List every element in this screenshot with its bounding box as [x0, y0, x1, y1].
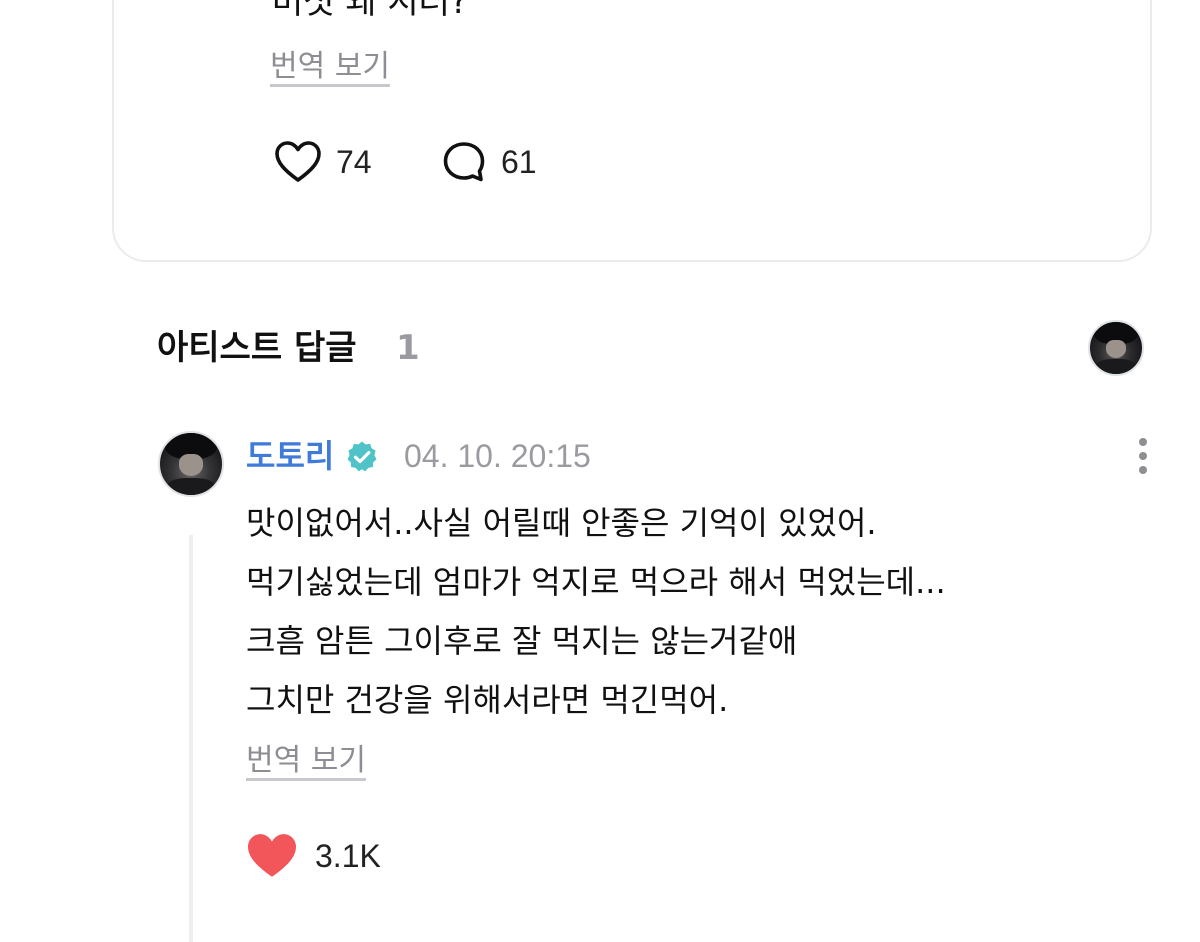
avatar-body [166, 477, 216, 495]
post-comment-count: 61 [501, 144, 537, 180]
avatar-body [1095, 359, 1137, 374]
post-like-count: 74 [336, 144, 372, 180]
reply-text-line: 먹기싫었는데 엄마가 억지로 먹으라 해서 먹었는데... [246, 563, 946, 601]
artist-avatar[interactable] [158, 431, 224, 497]
avatar-face [1105, 339, 1127, 359]
verified-badge-icon [347, 441, 377, 472]
reply-text-line: 크흠 암튼 그이후로 잘 먹지는 않는거같애 [246, 622, 798, 660]
reply-text-line: 맛이없어서..사실 어릴때 안좋은 기억이 있었어. [246, 504, 877, 542]
reply-like-button[interactable]: 3.1K [245, 832, 381, 880]
reply-translate-link[interactable]: 번역 보기 [246, 742, 366, 780]
reply-like-count: 3.1K [315, 838, 381, 874]
artist-replies-title: 아티스트 답글 [157, 328, 357, 368]
artist-avatar-small[interactable] [1088, 320, 1144, 376]
speech-bubble-icon [443, 142, 485, 182]
comment-thread-page: 버섯 왜 시러? 번역 보기 74 61 아티스트 답글 1 도토리 04. 1… [0, 0, 1200, 942]
post-comment-button[interactable]: 61 [441, 140, 537, 184]
more-vertical-icon[interactable] [1130, 436, 1156, 476]
reply-author-name[interactable]: 도토리 [246, 434, 334, 478]
thread-line [189, 535, 193, 942]
heart-outline-icon [275, 141, 321, 182]
avatar-face [178, 454, 204, 477]
post-translate-link[interactable]: 번역 보기 [270, 48, 390, 86]
post-like-button[interactable]: 74 [274, 140, 372, 184]
reply-timestamp: 04. 10. 20:15 [404, 438, 591, 474]
post-text: 버섯 왜 시러? [272, 0, 469, 22]
heart-filled-icon [248, 834, 296, 877]
fan-post-card: 버섯 왜 시러? 번역 보기 74 61 [112, 0, 1152, 262]
artist-replies-count: 1 [396, 328, 420, 368]
reply-text-line: 그치만 건강을 위해서라면 먹긴먹어. [246, 681, 729, 719]
reply-body: 맛이없어서..사실 어릴때 안좋은 기억이 있었어. 먹기싫었는데 엄마가 억지… [246, 494, 1146, 730]
